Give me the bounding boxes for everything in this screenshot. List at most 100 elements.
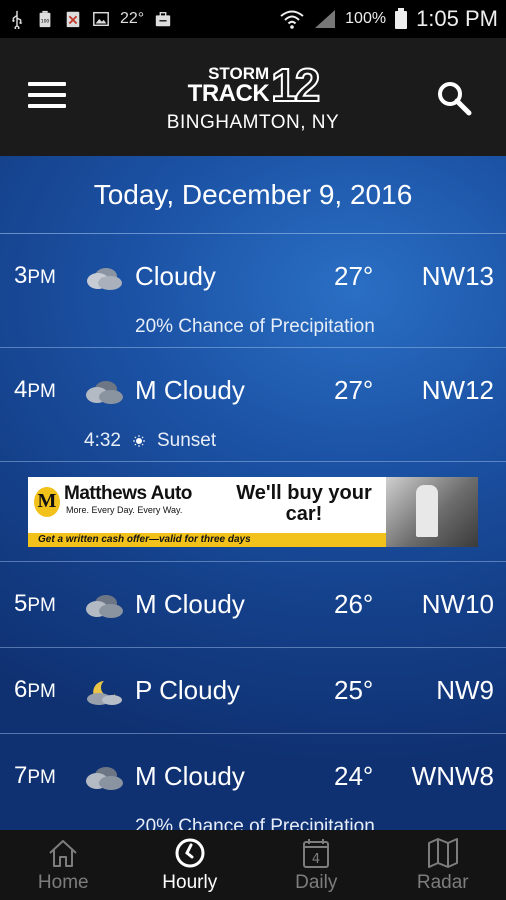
hour-row-main: 5PM M Cloudy 26° NW10 bbox=[0, 562, 506, 648]
ad-tagline: More. Every Day. Every Way. bbox=[66, 504, 183, 515]
status-bar: 100 22° 100% 1:05 PM bbox=[0, 0, 506, 38]
logo-track: TRACK bbox=[187, 80, 270, 107]
logo-mark: STORM TRACK 12 bbox=[150, 58, 356, 111]
hour-number: 4 bbox=[14, 376, 28, 403]
hour-time: 3PM bbox=[14, 262, 56, 290]
clock: 1:05 PM bbox=[416, 6, 498, 31]
hour-row-main: 6PM P Cloudy 25° NW9 bbox=[0, 648, 506, 734]
close-icon bbox=[64, 9, 82, 29]
hour-ampm: PM bbox=[27, 681, 56, 702]
hour-row[interactable]: 4PM M Cloudy 27° NW12 4:32 Sunset bbox=[0, 348, 506, 462]
wind: NW13 bbox=[421, 261, 494, 291]
wifi-icon bbox=[279, 9, 305, 29]
calendar-icon: 4 bbox=[303, 839, 330, 868]
weather-temp: 22° bbox=[120, 10, 145, 27]
notification-area: 100 22° bbox=[8, 9, 279, 29]
home-icon bbox=[49, 840, 77, 867]
wind: NW12 bbox=[421, 375, 494, 405]
ad-photo bbox=[386, 476, 478, 547]
nav-home[interactable]: Home bbox=[0, 830, 127, 900]
menu-button[interactable] bbox=[28, 82, 66, 110]
hour-time: 5PM bbox=[14, 590, 56, 618]
hour-ampm: PM bbox=[27, 767, 56, 788]
condition: M Cloudy bbox=[135, 589, 245, 619]
temperature: 27° bbox=[334, 375, 374, 405]
hamburger-line bbox=[28, 104, 66, 108]
ad-logo: M bbox=[34, 486, 60, 517]
wind: WNW8 bbox=[411, 761, 494, 791]
battery-icon bbox=[394, 8, 408, 29]
cloudy-icon bbox=[87, 268, 122, 290]
briefcase-icon bbox=[154, 9, 172, 29]
logo-number: 12 bbox=[270, 58, 321, 111]
app-header: STORM TRACK 12 BINGHAMTON, NY bbox=[0, 38, 506, 156]
ad-row: M Matthews Auto More. Every Day. Every W… bbox=[0, 462, 506, 562]
nav-hourly[interactable]: Hourly bbox=[127, 830, 254, 900]
ad-photo-figure bbox=[416, 484, 438, 537]
sunset-info: 4:32 Sunset bbox=[84, 430, 216, 452]
ad-banner[interactable]: M Matthews Auto More. Every Day. Every W… bbox=[28, 476, 478, 547]
ad-footer: Get a written cash offer—valid for three… bbox=[28, 532, 386, 547]
mostly-cloudy-icon bbox=[86, 381, 123, 404]
bottom-nav: Home Hourly 4 Daily Radar bbox=[0, 830, 506, 900]
condition: M Cloudy bbox=[135, 375, 245, 405]
hour-row-main: 7PM M Cloudy 24° WNW8 bbox=[0, 734, 506, 820]
hour-row[interactable]: 6PM P Cloudy 25° NW9 bbox=[0, 648, 506, 734]
location-label: BINGHAMTON, NY bbox=[166, 112, 340, 133]
date-header: Today, December 9, 2016 bbox=[0, 156, 506, 234]
app-logo: STORM TRACK 12 BINGHAMTON, NY bbox=[150, 58, 356, 134]
wind: NW9 bbox=[436, 675, 494, 705]
mostly-cloudy-icon bbox=[86, 767, 123, 790]
ad-headline: We'll buy your car! bbox=[236, 481, 372, 525]
date-title: Today, December 9, 2016 bbox=[93, 178, 413, 210]
clock-icon bbox=[175, 838, 205, 868]
image-icon bbox=[92, 9, 110, 29]
hamburger-line bbox=[28, 93, 66, 97]
hour-number: 6 bbox=[14, 676, 28, 703]
calendar-badge: 4 bbox=[312, 852, 320, 867]
battery-100-icon: 100 bbox=[36, 9, 54, 29]
condition: Cloudy bbox=[135, 261, 216, 291]
hour-number: 3 bbox=[14, 262, 28, 289]
hour-row[interactable]: 3PM Cloudy 27° NW13 20% Chance of Precip… bbox=[0, 234, 506, 348]
battery-percent: 100% bbox=[345, 10, 387, 27]
hour-time: 4PM bbox=[14, 376, 56, 404]
hour-row[interactable]: 7PM M Cloudy 24° WNW8 20% Chance of Prec… bbox=[0, 734, 506, 830]
hamburger-icon bbox=[28, 82, 66, 86]
hour-ampm: PM bbox=[27, 381, 56, 402]
search-icon bbox=[438, 82, 472, 116]
nav-label: Home bbox=[37, 872, 89, 893]
system-status: 100% 1:05 PM bbox=[279, 6, 498, 32]
temperature: 27° bbox=[334, 261, 374, 291]
nav-label: Radar bbox=[416, 872, 469, 893]
wind: NW10 bbox=[421, 589, 494, 619]
temperature: 25° bbox=[334, 675, 374, 705]
map-icon bbox=[427, 838, 458, 868]
nav-radar[interactable]: Radar bbox=[380, 830, 506, 900]
ad-brand: Matthews Auto bbox=[64, 482, 192, 504]
hourly-forecast[interactable]: Today, December 9, 2016 3PM Cloudy 27° N… bbox=[0, 156, 506, 830]
usb-icon bbox=[8, 9, 26, 29]
search-button[interactable] bbox=[434, 78, 474, 118]
svg-text:100: 100 bbox=[41, 19, 50, 25]
hour-row[interactable]: 5PM M Cloudy 26° NW10 bbox=[0, 562, 506, 648]
condition: M Cloudy bbox=[135, 761, 245, 791]
hour-row-main: 4PM M Cloudy 27° NW12 bbox=[0, 348, 506, 434]
precip-chance: 20% Chance of Precipitation bbox=[135, 316, 375, 337]
hour-number: 5 bbox=[14, 590, 28, 617]
sun-icon bbox=[132, 435, 145, 447]
condition: P Cloudy bbox=[135, 675, 241, 705]
logo-words: STORM TRACK bbox=[188, 65, 270, 106]
hour-time: 6PM bbox=[14, 676, 56, 704]
hour-number: 7 bbox=[14, 762, 28, 789]
mostly-cloudy-icon bbox=[86, 595, 123, 618]
nav-daily[interactable]: 4 Daily bbox=[253, 830, 380, 900]
hour-time: 7PM bbox=[14, 762, 56, 790]
signal-icon bbox=[313, 9, 337, 29]
nav-label: Daily bbox=[295, 872, 338, 893]
hour-ampm: PM bbox=[27, 595, 56, 616]
precip-chance: 20% Chance of Precipitation bbox=[135, 816, 375, 830]
nav-label: Hourly bbox=[162, 872, 218, 893]
hour-ampm: PM bbox=[27, 267, 56, 288]
sunset-time: 4:32 bbox=[84, 430, 121, 451]
